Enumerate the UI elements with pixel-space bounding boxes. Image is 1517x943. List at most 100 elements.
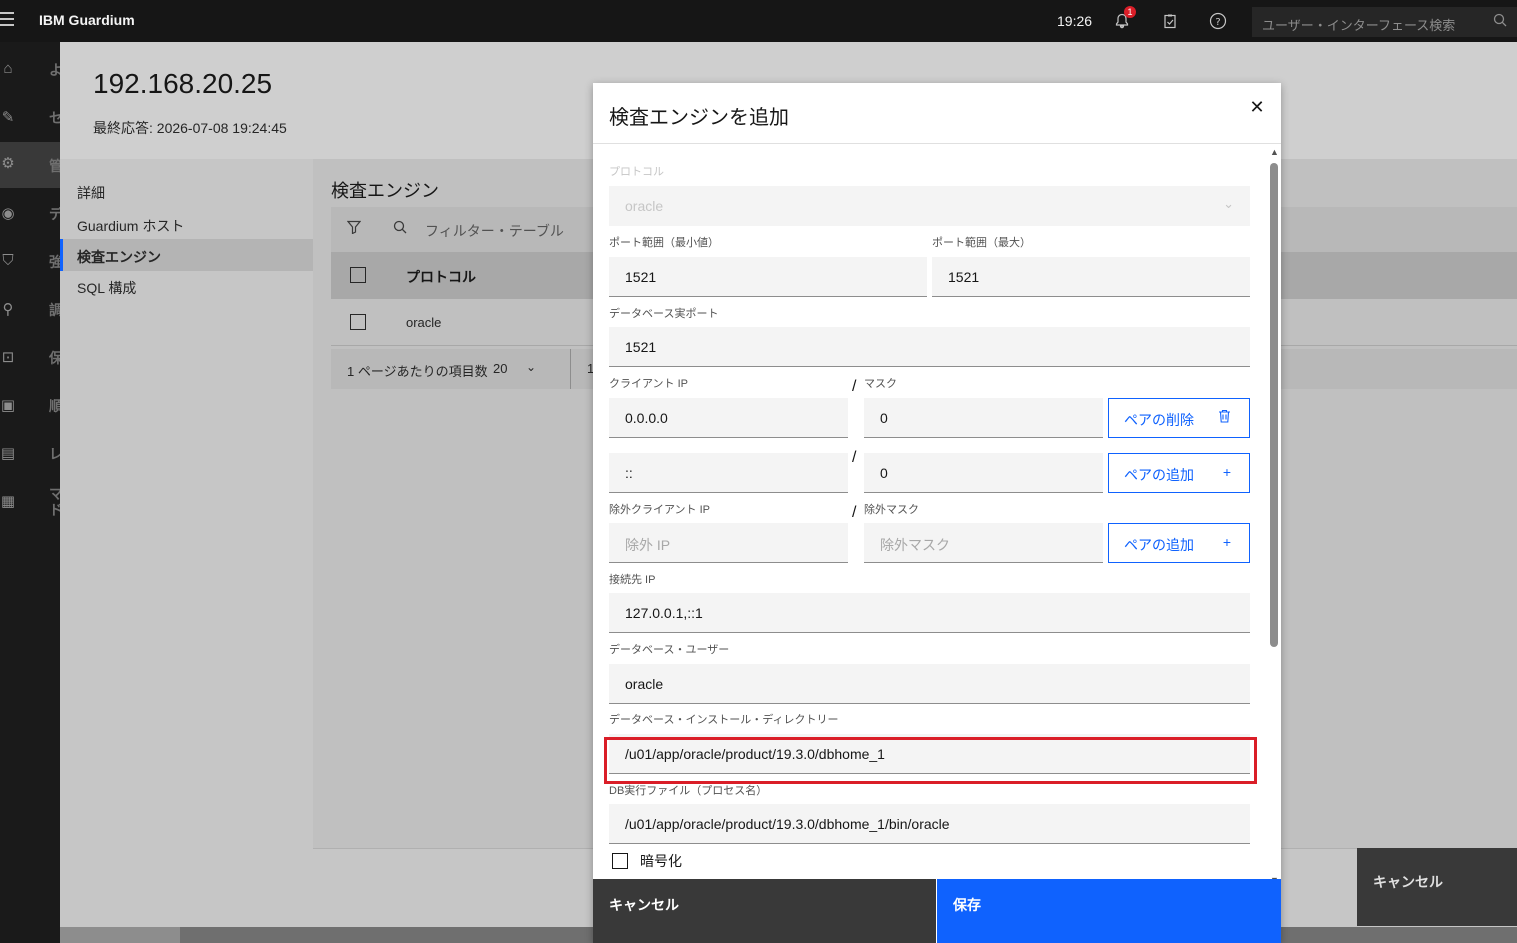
nav-item-sql-config[interactable]: SQL 構成: [60, 270, 313, 302]
rail-item-harden[interactable]: ⛉ 強: [0, 240, 63, 280]
highlight-box: [604, 737, 1257, 784]
add-pair-label: ペアの追加: [1124, 467, 1194, 483]
column-header-protocol[interactable]: プロトコル: [406, 267, 476, 287]
rail-item-setup[interactable]: ✎ セ: [0, 96, 63, 136]
rail-item-manage[interactable]: ⚙ 管: [0, 142, 63, 188]
items-per-page-select[interactable]: 20: [493, 361, 507, 376]
port-max-input[interactable]: 1521: [932, 257, 1250, 297]
protocol-value: oracle: [625, 198, 664, 214]
client-mask-input-2[interactable]: 0: [864, 453, 1103, 493]
port-min-input[interactable]: 1521: [609, 257, 927, 297]
delete-pair-label: ペアの削除: [1124, 412, 1194, 428]
scroll-thumb[interactable]: [1270, 163, 1278, 647]
rail-item-discover[interactable]: ◉ デ: [0, 192, 63, 232]
gear-icon: ⚙: [1, 155, 15, 172]
svg-text:?: ?: [1215, 17, 1220, 28]
mask-label: マスク: [864, 378, 897, 390]
section-title: 検査エンジン: [331, 181, 439, 201]
menu-icon[interactable]: [0, 12, 14, 28]
chevron-down-icon: ⌄: [1223, 196, 1234, 211]
protocol-label: プロトコル: [609, 166, 664, 178]
dest-ip-input[interactable]: 127.0.0.1,::1: [609, 593, 1250, 633]
trash-icon: [1218, 409, 1231, 426]
encrypt-label: 暗号化: [640, 853, 682, 869]
encrypt-checkbox[interactable]: [612, 853, 628, 869]
delete-pair-button[interactable]: ペアの削除: [1108, 398, 1250, 438]
nav-item-inspection-engine[interactable]: 検査エンジン: [60, 239, 313, 271]
chevron-down-icon[interactable]: ⌄: [526, 360, 536, 374]
client-ip-label: クライアント IP: [609, 378, 689, 390]
top-bar: IBM Guardium 19:26 1 ? ユーザー・インターフェース検索: [0, 0, 1517, 42]
client-ip-input[interactable]: 0.0.0.0: [609, 398, 848, 438]
filter-icon[interactable]: [346, 220, 362, 237]
rail-item-reports[interactable]: ▤ レ: [0, 432, 63, 472]
nav-item-guardium-host[interactable]: Guardium ホスト: [60, 208, 313, 240]
install-dir-label: データベース・インストール・ディレクトリー: [609, 714, 839, 726]
background-cancel-button[interactable]: キャンセル: [1357, 848, 1517, 926]
modal-footer: キャンセル 保存: [593, 879, 1281, 943]
db-user-input[interactable]: oracle: [609, 664, 1250, 704]
slash-separator: /: [852, 504, 857, 521]
dashboard-icon: ▦: [0, 493, 16, 510]
nav-item-details[interactable]: 詳細: [60, 175, 313, 207]
row-checkbox[interactable]: [350, 314, 366, 330]
exclude-ip-label: 除外クライアント IP: [609, 504, 711, 516]
clock: 19:26: [1057, 13, 1093, 29]
rail-item-investigate[interactable]: ⚲ 調: [0, 288, 64, 328]
wrench-icon: ✎: [1, 109, 15, 126]
rail-item-comply[interactable]: ▣ 順: [0, 384, 63, 424]
eye-icon: ◉: [1, 205, 15, 222]
help-icon[interactable]: ?: [1207, 10, 1229, 32]
cancel-button[interactable]: キャンセル: [593, 879, 936, 943]
exclude-ip-input[interactable]: 除外 IP: [609, 523, 848, 563]
clipboard-icon: ▣: [0, 397, 16, 414]
brand-name[interactable]: IBM Guardium: [39, 12, 135, 28]
db-exec-input[interactable]: /u01/app/oracle/product/19.3.0/dbhome_1/…: [609, 804, 1250, 844]
modal-scrollbar[interactable]: ▲ ▼: [1268, 147, 1280, 885]
scroll-up-icon[interactable]: ▲: [1270, 147, 1279, 157]
port-min-label: ポート範囲（最小値）: [609, 237, 719, 249]
save-button[interactable]: 保存: [937, 879, 1281, 943]
add-pair-button[interactable]: ペアの追加 +: [1108, 453, 1250, 493]
plus-icon: +: [1222, 534, 1231, 550]
slash-separator: /: [852, 449, 857, 466]
side-rail: ⌂ よ ✎ セ ⚙ 管 ◉ デ ⛉ 強 ⚲ 調 ⊡ 保 ▣ 順 ▤ レ ▦ マド: [0, 42, 64, 943]
notification-badge: 1: [1124, 6, 1136, 18]
search-icon: ⚲: [2, 301, 14, 318]
protocol-select: oracle ⌄: [609, 186, 1250, 226]
search-icon: [1493, 13, 1507, 30]
db-user-label: データベース・ユーザー: [609, 644, 730, 656]
exclude-mask-label: 除外マスク: [864, 504, 919, 516]
plus-icon: +: [1222, 464, 1231, 480]
add-exclude-pair-button[interactable]: ペアの追加 +: [1108, 523, 1250, 563]
client-mask-input[interactable]: 0: [864, 398, 1103, 438]
items-per-page-label: 1 ページあたりの項目数: [347, 364, 488, 379]
notification-icon[interactable]: 1: [1111, 6, 1136, 32]
select-all-checkbox[interactable]: [350, 267, 366, 283]
rail-item-protect[interactable]: ⊡ 保: [0, 336, 63, 376]
report-icon: ▤: [0, 445, 16, 462]
row-protocol: oracle: [406, 315, 442, 330]
table-filter-input[interactable]: フィルター・テーブル: [425, 221, 564, 241]
lock-icon: ⊡: [1, 349, 15, 366]
db-exec-label: DB実行ファイル（プロセス名）: [609, 785, 768, 797]
rail-item-dashboards[interactable]: ▦ マド: [0, 480, 63, 528]
port-max-label: ポート範囲（最大）: [932, 237, 1031, 249]
page-nav: 詳細 Guardium ホスト 検査エンジン SQL 構成: [60, 159, 313, 927]
rail-item-home[interactable]: ⌂ よ: [0, 48, 63, 88]
slash-separator: /: [852, 378, 857, 395]
add-inspection-engine-modal: 検査エンジンを追加 ✕ プロトコル oracle ⌄ ポート範囲（最小値） 15…: [593, 83, 1281, 943]
close-icon[interactable]: ✕: [1245, 95, 1269, 119]
page-title: 192.168.20.25: [93, 68, 273, 99]
client-ip-input-2[interactable]: ::: [609, 453, 848, 493]
modal-title: 検査エンジンを追加: [609, 107, 789, 129]
exclude-mask-input[interactable]: 除外マスク: [864, 523, 1103, 563]
search-icon[interactable]: [393, 220, 407, 237]
clipboard-check-icon[interactable]: [1159, 10, 1181, 32]
dest-ip-label: 接続先 IP: [609, 574, 656, 586]
add-exclude-pair-label: ペアの追加: [1124, 537, 1194, 553]
ui-search-input[interactable]: ユーザー・インターフェース検索: [1252, 7, 1517, 37]
home-icon: ⌂: [3, 60, 13, 77]
db-port-input[interactable]: 1521: [609, 327, 1250, 367]
shield-icon: ⛉: [2, 252, 14, 269]
